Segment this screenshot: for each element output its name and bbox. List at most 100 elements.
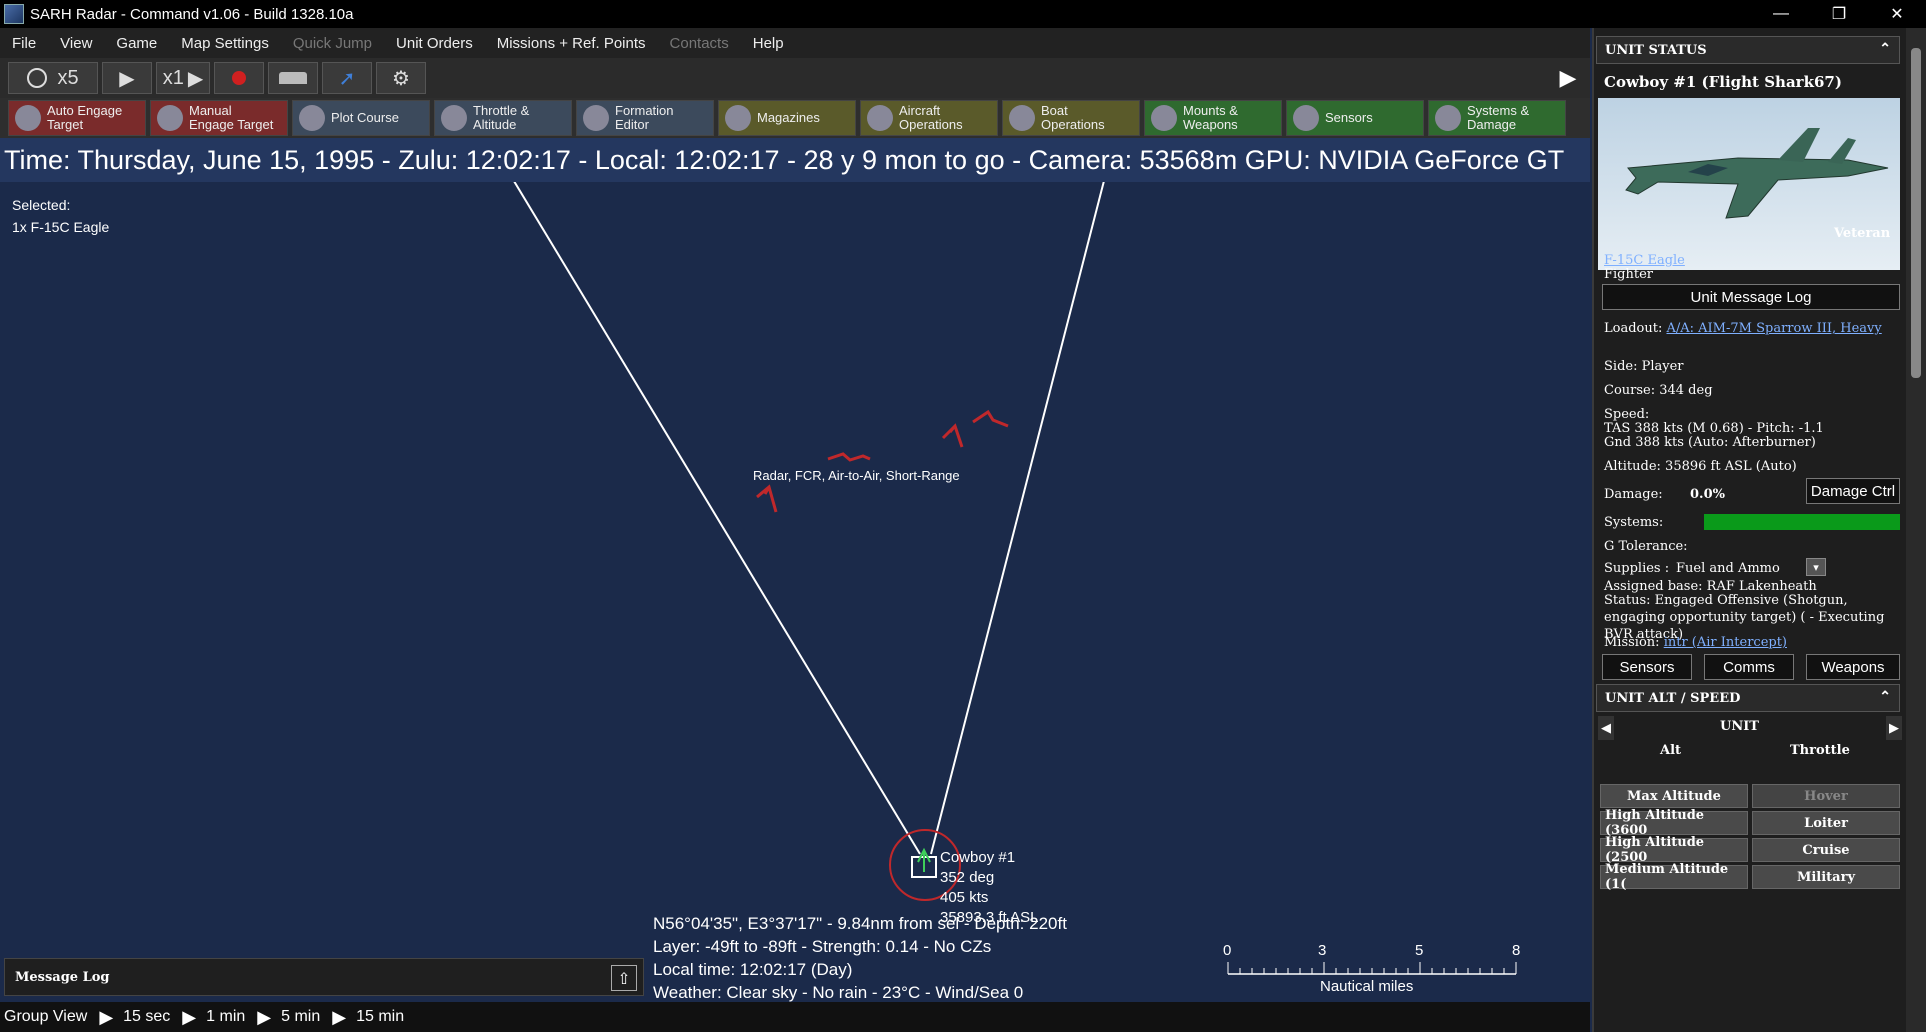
time-speed-button[interactable]: x5 — [8, 62, 98, 94]
dock-button[interactable] — [268, 62, 318, 94]
window-title: SARH Radar - Command v1.06 - Build 1328.… — [30, 5, 354, 23]
radar-cone-right — [930, 182, 1105, 855]
menu-map-settings[interactable]: Map Settings — [169, 35, 281, 52]
plot-course-button[interactable]: Plot Course — [292, 100, 430, 136]
alt-speed-header[interactable]: UNIT ALT / SPEED ⌃ — [1596, 684, 1900, 712]
app-icon — [4, 4, 24, 24]
group-view-option[interactable]: 5 min — [281, 1008, 320, 1026]
record-button[interactable] — [214, 62, 264, 94]
alt-speed-mode: UNIT — [1720, 719, 1759, 734]
minimize-button[interactable]: — — [1752, 0, 1810, 28]
unit-heading: 352 deg — [940, 869, 995, 886]
loadout: Loadout: A/A: AIM-7M Sparrow III, Heavy — [1604, 320, 1894, 337]
tactical-map[interactable]: Selected: 1x F-15C Eagle Radar, FCR, Air… — [0, 182, 1590, 1002]
alt-max-button[interactable]: Max Altitude — [1600, 784, 1748, 808]
group-view-option[interactable]: 15 sec — [123, 1008, 170, 1026]
unit-status-header[interactable]: UNIT STATUS ⌃ — [1596, 36, 1900, 64]
group-view-bar: Group View ▶ 15 sec ▶ 1 min ▶ 5 min ▶ 15 min — [0, 1002, 1590, 1032]
throttle-hover-button[interactable]: Hover — [1752, 784, 1900, 808]
unit-course: Course: 344 deg — [1604, 383, 1713, 398]
prev-mode-icon[interactable]: ◀ — [1598, 716, 1614, 740]
clock-icon — [27, 68, 48, 88]
magazines-button[interactable]: Magazines — [718, 100, 856, 136]
aircraft-icon — [867, 105, 893, 131]
cursor-info-line: Layer: -49ft to -89ft - Strength: 0.14 -… — [653, 937, 992, 956]
panel-scrollbar[interactable] — [1906, 28, 1926, 1032]
play-arrow-icon[interactable]: ▶ — [332, 1007, 346, 1028]
contact-marker[interactable] — [756, 484, 778, 513]
close-button[interactable]: ✕ — [1868, 0, 1926, 28]
damage-control-button[interactable]: Damage Ctrl — [1806, 478, 1900, 504]
contact-marker[interactable] — [972, 409, 1009, 428]
command-label: Boat Operations — [1041, 103, 1105, 132]
alt-medium-button[interactable]: Medium Altitude (1( — [1600, 862, 1748, 892]
scale-tick-label: 5 — [1415, 942, 1424, 959]
sensors-tab-button[interactable]: Sensors — [1602, 654, 1692, 680]
jump-button[interactable]: ➚ — [322, 62, 372, 94]
menu-help[interactable]: Help — [741, 35, 796, 52]
aircraft-button[interactable]: Aircraft Operations — [860, 100, 998, 136]
alt-speed-title: UNIT ALT / SPEED — [1605, 690, 1741, 706]
step-icon: ▶ — [187, 67, 204, 90]
boat-button[interactable]: Boat Operations — [1002, 100, 1140, 136]
time-toolbar: x5 ▶ x1 ▶ ➚ ⚙ ▶ — [0, 58, 1590, 98]
mission-label: Mission: — [1604, 635, 1660, 650]
play-arrow-icon[interactable]: ▶ — [99, 1007, 113, 1028]
command-label: Manual Engage Target — [189, 103, 274, 132]
record-icon — [232, 71, 246, 85]
auto-engage-button[interactable]: Auto Engage Target — [8, 100, 146, 136]
supplies-dropdown-icon[interactable]: ▾ — [1806, 558, 1826, 576]
mission-link[interactable]: intr (Air Intercept) — [1664, 635, 1787, 650]
menu-view[interactable]: View — [48, 35, 104, 52]
play-button[interactable]: ▶ — [102, 62, 152, 94]
play-arrow-icon[interactable]: ▶ — [182, 1007, 196, 1028]
loadout-link[interactable]: A/A: AIM-7M Sparrow III, Heavy — [1666, 321, 1881, 336]
group-view-label: Group View — [4, 1008, 88, 1025]
menu-bar: File View Game Map Settings Quick Jump Unit O… — [0, 28, 1590, 58]
sensors-button[interactable]: Sensors — [1286, 100, 1424, 136]
group-view-option[interactable]: 15 min — [356, 1008, 404, 1026]
unit-speed: 405 kts — [940, 889, 989, 906]
command-label: Aircraft Operations — [899, 103, 963, 132]
alt-high-25000-button[interactable]: High Altitude (2500 — [1600, 835, 1748, 865]
contact-marker[interactable] — [827, 452, 871, 462]
unit-role: Fighter — [1604, 267, 1654, 282]
menu-game[interactable]: Game — [104, 35, 169, 52]
command-label: Throttle & Altitude — [473, 103, 530, 132]
step-button[interactable]: x1 ▶ — [156, 62, 210, 94]
manual-engage-button[interactable]: Manual Engage Target — [150, 100, 288, 136]
contact-marker[interactable] — [941, 423, 964, 448]
restore-button[interactable]: ❐ — [1810, 0, 1868, 28]
weapons-tab-button[interactable]: Weapons — [1806, 654, 1900, 680]
mounts-button[interactable]: Mounts & Weapons — [1144, 100, 1282, 136]
menu-missions-ref-points[interactable]: Missions + Ref. Points — [485, 35, 658, 52]
magazines-icon — [725, 105, 751, 131]
throttle-button[interactable]: Throttle & Altitude — [434, 100, 572, 136]
menu-file[interactable]: File — [0, 35, 48, 52]
play-arrow-icon[interactable]: ▶ — [257, 1007, 271, 1028]
collapse-icon[interactable]: ⌃ — [1879, 689, 1891, 705]
message-log-title: Message Log — [15, 969, 110, 985]
time-strip: Time: Thursday, June 15, 1995 - Zulu: 12… — [0, 138, 1590, 182]
systems-button[interactable]: Systems & Damage — [1428, 100, 1566, 136]
next-mode-icon[interactable]: ▶ — [1886, 716, 1902, 740]
collapse-icon[interactable]: ⌃ — [1879, 41, 1891, 57]
damage-value: 0.0% — [1690, 487, 1725, 502]
group-view-option[interactable]: 1 min — [206, 1008, 245, 1026]
throttle-loiter-button[interactable]: Loiter — [1752, 811, 1900, 835]
throttle-military-button[interactable]: Military — [1752, 865, 1900, 889]
throttle-cruise-button[interactable]: Cruise — [1752, 838, 1900, 862]
alt-high-36000-button[interactable]: High Altitude (3600 — [1600, 808, 1748, 838]
scrollbar-thumb[interactable] — [1911, 48, 1921, 378]
mission: Mission: intr (Air Intercept) — [1604, 634, 1787, 651]
settings-button[interactable]: ⚙ — [376, 62, 426, 94]
systems-label: Systems: — [1604, 515, 1664, 530]
comms-tab-button[interactable]: Comms — [1704, 654, 1794, 680]
selection-info: Selected: 1x F-15C Eagle — [12, 194, 109, 238]
expand-log-icon[interactable]: ⇧ — [611, 965, 637, 991]
menu-unit-orders[interactable]: Unit Orders — [384, 35, 485, 52]
message-log-bar[interactable]: Message Log ⇧ — [4, 958, 644, 996]
panel-toggle-arrow-icon[interactable]: ▶ — [1553, 62, 1583, 94]
unit-message-log-button[interactable]: Unit Message Log — [1602, 284, 1900, 310]
formation-button[interactable]: Formation Editor — [576, 100, 714, 136]
